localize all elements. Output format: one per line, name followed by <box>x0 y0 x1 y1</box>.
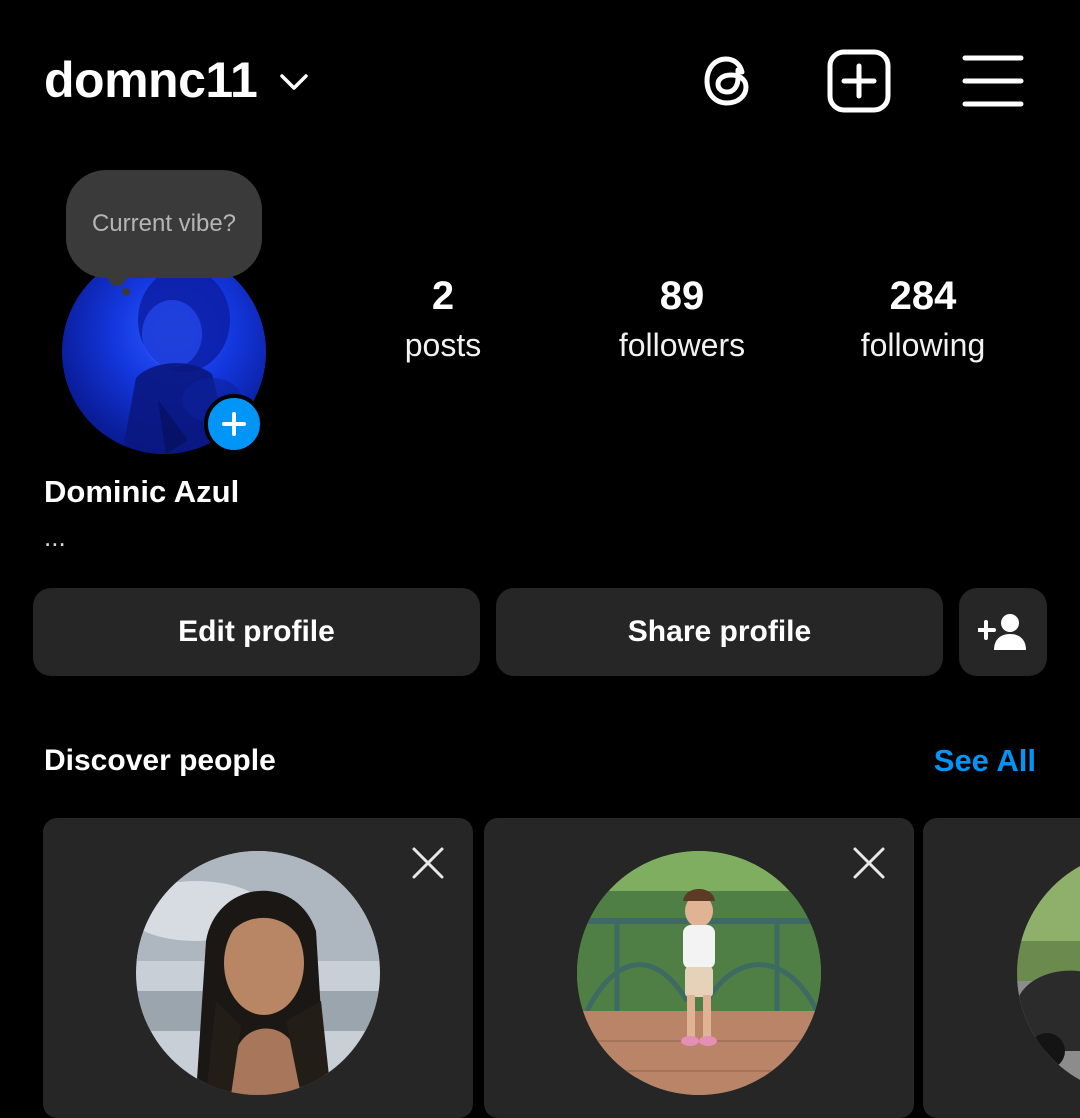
stat-value: 89 <box>659 274 705 318</box>
discover-people-toggle-button[interactable] <box>959 588 1047 676</box>
discover-people-title: Discover people <box>44 744 276 777</box>
profile-header: domnc11 <box>0 0 1080 160</box>
hamburger-menu-icon[interactable] <box>960 48 1026 114</box>
edit-profile-button[interactable]: Edit profile <box>33 588 480 676</box>
suggested-user-photo <box>577 851 821 1095</box>
username: domnc11 <box>44 52 258 108</box>
suggestion-card[interactable] <box>484 818 914 1118</box>
note-prompt: Current vibe? <box>91 210 237 237</box>
note-bubble[interactable]: Current vibe? <box>66 170 262 278</box>
stat-followers[interactable]: 89 followers <box>572 270 792 368</box>
close-icon[interactable] <box>852 846 886 880</box>
stat-label: posts <box>404 327 482 363</box>
add-story-button[interactable] <box>204 394 264 454</box>
stat-value: 2 <box>431 274 455 318</box>
suggested-user-avatar[interactable] <box>136 851 380 1095</box>
suggested-user-avatar[interactable] <box>1017 851 1080 1095</box>
stat-following[interactable]: 284 following <box>813 270 1033 368</box>
share-profile-button[interactable]: Share profile <box>496 588 943 676</box>
stat-label: followers <box>618 327 746 363</box>
chevron-down-icon <box>280 74 308 90</box>
bio-text: ... <box>44 522 66 552</box>
close-icon[interactable] <box>411 846 445 880</box>
stat-value: 284 <box>889 274 957 318</box>
note-bubble-tail <box>122 288 130 296</box>
see-all-link[interactable]: See All <box>934 742 1036 780</box>
stat-label: following <box>860 327 986 363</box>
plus-icon <box>222 412 246 436</box>
display-name: Dominic Azul <box>44 474 240 509</box>
account-switcher[interactable]: domnc11 <box>44 50 309 110</box>
add-person-icon <box>978 614 1026 650</box>
suggested-user-photo <box>136 851 380 1095</box>
suggested-user-avatar[interactable] <box>577 851 821 1095</box>
suggested-user-photo <box>1017 851 1080 1095</box>
suggestion-card[interactable] <box>43 818 473 1118</box>
stat-posts[interactable]: 2 posts <box>333 270 553 368</box>
suggestion-card[interactable] <box>923 818 1080 1118</box>
create-post-icon[interactable] <box>826 48 892 114</box>
threads-icon[interactable] <box>696 48 762 114</box>
